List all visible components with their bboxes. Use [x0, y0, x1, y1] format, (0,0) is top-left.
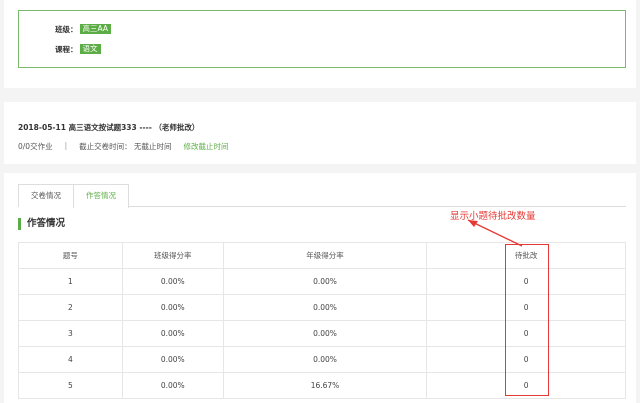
tab-bar: 交卷情况 作答情况: [18, 184, 626, 208]
cell-question-no: 2: [18, 294, 123, 321]
cell-class-rate: 0.00%: [121, 346, 224, 373]
section-title: 作答情况: [18, 218, 65, 230]
answer-stats-card: 交卷情况 作答情况 作答情况 显示小题待批改数量 题号 班级得分率 年级得分率 …: [4, 173, 636, 403]
header-pending-review: 待批改: [426, 242, 626, 269]
course-row: 课程： 语文: [55, 43, 101, 55]
deadline-text: 截止交卷时间： 无截止时间: [79, 142, 172, 151]
answer-stats-table: 题号 班级得分率 年级得分率 待批改 1 0.00% 0.00% 0 2 0.0…: [18, 242, 626, 399]
homework-title: 2018-05-11 高三语文按试题333 ---- （老师批改）: [18, 123, 200, 132]
cell-grade-rate: 0.00%: [222, 346, 428, 373]
cell-pending: 0: [426, 320, 626, 347]
class-label: 班级：: [55, 24, 78, 34]
edit-deadline-link[interactable]: 修改截止时间: [184, 141, 229, 152]
header-grade-score-rate: 年级得分率: [222, 242, 428, 269]
cell-class-rate: 0.00%: [121, 320, 224, 347]
cell-pending: 0: [426, 294, 626, 321]
cell-pending: 0: [426, 372, 626, 399]
table-header-row: 题号 班级得分率 年级得分率 待批改: [18, 242, 626, 269]
cell-question-no: 5: [18, 372, 123, 399]
course-tag: 语文: [79, 44, 101, 54]
submitted-count: 0/0交作业: [18, 142, 53, 151]
table-row: 3 0.00% 0.00% 0: [18, 320, 626, 347]
header-class-score-rate: 班级得分率: [121, 242, 224, 269]
cell-class-rate: 0.00%: [121, 372, 224, 399]
table-row: 4 0.00% 0.00% 0: [18, 346, 626, 373]
cell-question-no: 4: [18, 346, 123, 373]
table-row: 2 0.00% 0.00% 0: [18, 294, 626, 321]
tab-submission-status[interactable]: 交卷情况: [18, 184, 74, 207]
cell-grade-rate: 0.00%: [222, 294, 428, 321]
annotation-text: 显示小题待批改数量: [450, 211, 536, 222]
homework-card: 2018-05-11 高三语文按试题333 ---- （老师批改） 0/0交作业…: [4, 102, 636, 164]
meta-separator: |: [64, 141, 68, 150]
cell-class-rate: 0.00%: [121, 268, 224, 295]
table-row: 5 0.00% 16.67% 0: [18, 372, 626, 399]
table-row: 1 0.00% 0.00% 0: [18, 268, 626, 295]
class-tag: 高三AA: [79, 24, 111, 34]
class-info-box: 班级： 高三AA 课程： 语文: [18, 10, 626, 68]
class-row: 班级： 高三AA: [55, 23, 111, 35]
cell-pending: 0: [426, 346, 626, 373]
course-label: 课程：: [55, 44, 78, 54]
homework-meta: 0/0交作业 | 截止交卷时间： 无截止时间 修改截止时间: [18, 141, 229, 152]
class-info-card: 班级： 高三AA 课程： 语文: [4, 0, 636, 88]
cell-class-rate: 0.00%: [121, 294, 224, 321]
cell-question-no: 1: [18, 268, 123, 295]
header-question-no: 题号: [18, 242, 123, 269]
cell-pending: 0: [426, 268, 626, 295]
cell-grade-rate: 0.00%: [222, 268, 428, 295]
cell-question-no: 3: [18, 320, 123, 347]
cell-grade-rate: 0.00%: [222, 320, 428, 347]
tab-answer-status[interactable]: 作答情况: [73, 184, 129, 208]
cell-grade-rate: 16.67%: [222, 372, 428, 399]
